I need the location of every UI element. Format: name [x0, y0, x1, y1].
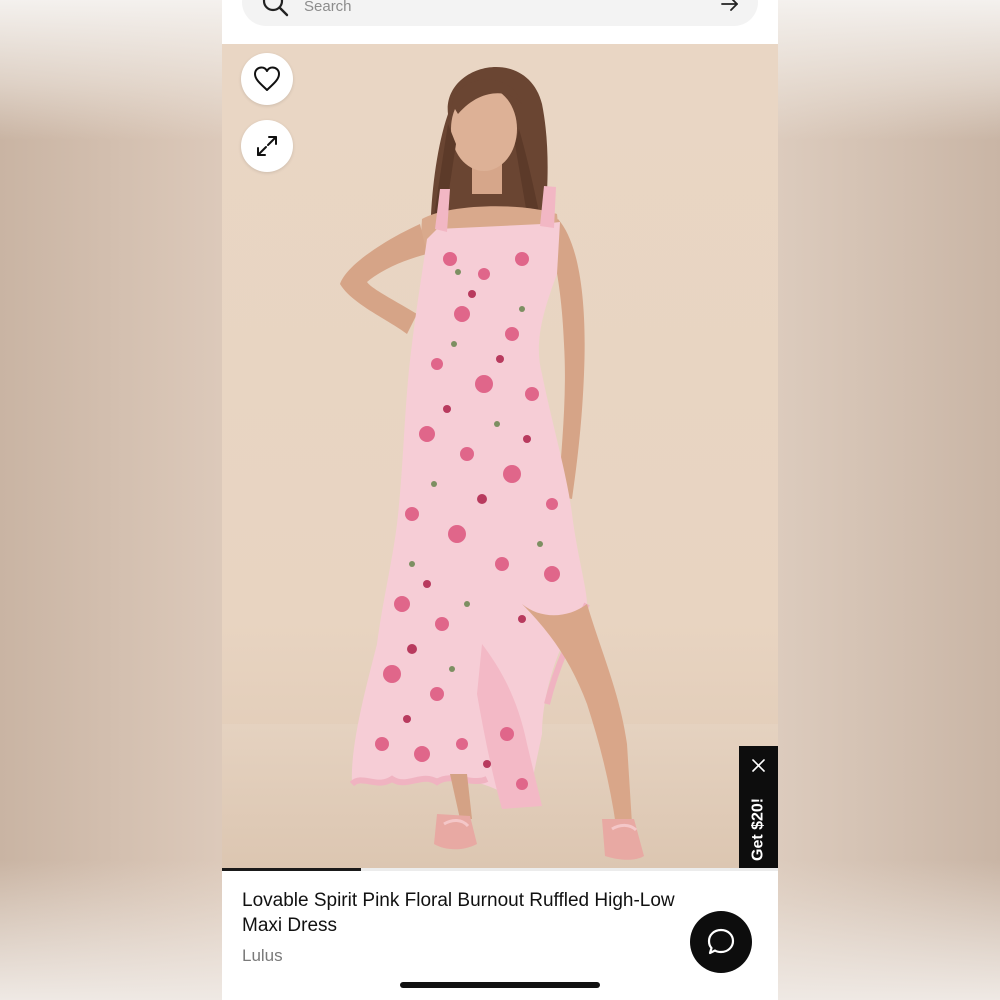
promo-tab[interactable]: Get $20! [739, 746, 778, 870]
close-icon[interactable] [751, 758, 766, 773]
phone-screen: Search Get $20! Lovable Spirit Pink Flor… [222, 0, 778, 1000]
home-indicator [400, 982, 600, 988]
arrow-right-icon[interactable] [720, 0, 740, 14]
search-bar[interactable]: Search [242, 0, 758, 26]
image-carousel-progress-fill [222, 868, 361, 871]
product-image[interactable]: Get $20! [222, 44, 778, 870]
expand-icon [257, 136, 277, 156]
promo-label[interactable]: Get $20! [739, 786, 778, 870]
expand-image-button[interactable] [241, 120, 293, 172]
model-wearing-dress [340, 66, 644, 860]
product-title: Lovable Spirit Pink Floral Burnout Ruffl… [242, 890, 675, 936]
heart-icon [254, 66, 280, 91]
search-placeholder[interactable]: Search [304, 0, 352, 15]
favorite-button[interactable] [241, 53, 293, 105]
image-carousel-progress [222, 868, 778, 871]
search-icon [262, 0, 289, 17]
chat-button[interactable] [690, 911, 752, 973]
product-brand[interactable]: Lulus [242, 946, 283, 966]
chat-bubble-icon [707, 928, 735, 955]
